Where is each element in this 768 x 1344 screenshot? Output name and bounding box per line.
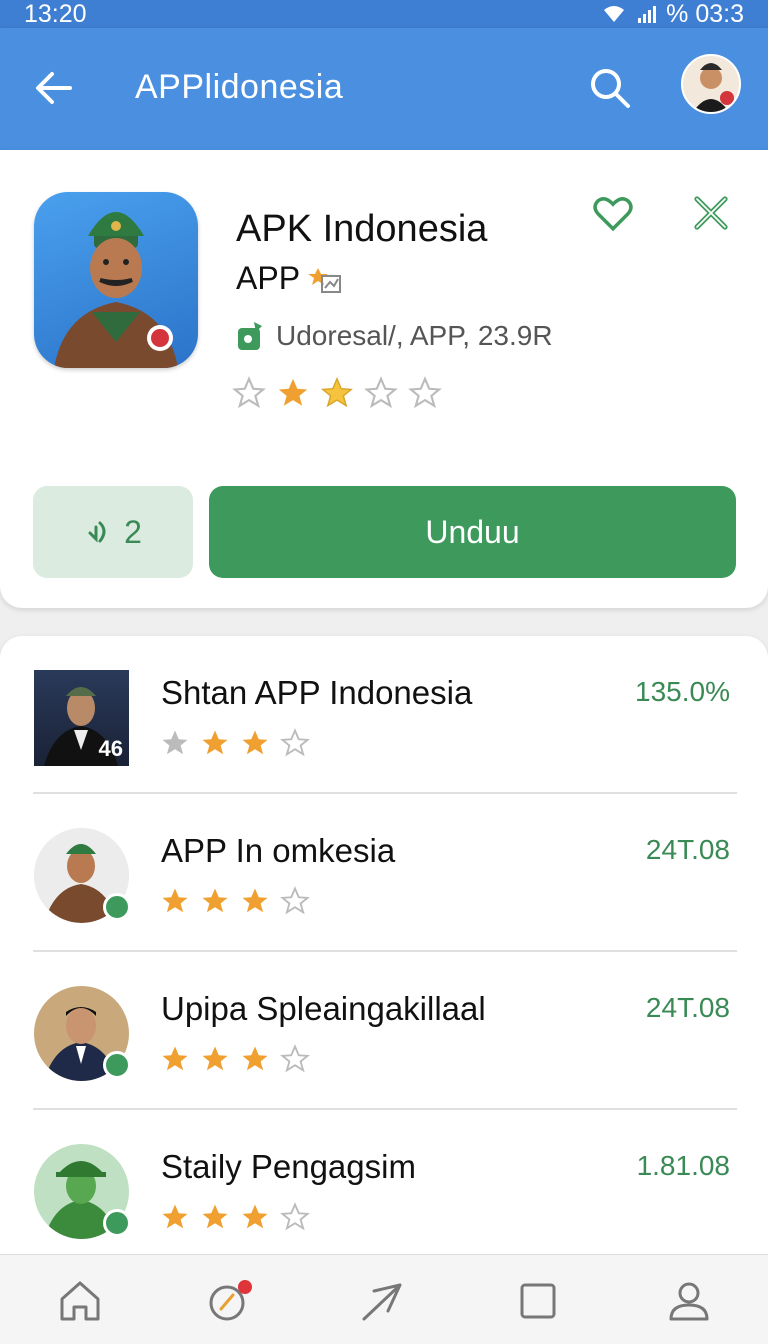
list-item-thumbnail <box>34 986 131 1081</box>
star-filled-icon <box>202 1204 228 1229</box>
star-filled-icon <box>242 1046 268 1071</box>
star-filled-icon <box>162 1046 188 1071</box>
star-empty-icon <box>280 886 310 915</box>
list-item-value: 24T.08 <box>645 834 730 865</box>
search-icon[interactable] <box>586 64 634 112</box>
star-empty-icon <box>162 730 188 755</box>
user-avatar[interactable] <box>681 54 741 114</box>
app-bar-title: APPlidonesia <box>135 68 344 106</box>
share-icon <box>88 521 106 543</box>
explore-icon[interactable] <box>205 1277 253 1325</box>
star-empty-icon <box>232 376 266 409</box>
share-count: 2 <box>124 513 142 550</box>
star-filled-icon <box>278 378 308 406</box>
list-item-rating <box>160 1044 310 1074</box>
app-bar: APPlidonesia <box>0 28 768 150</box>
list-item-value: 1.81.08 <box>636 1150 730 1181</box>
list-item-name: Staily Pengagsim <box>161 1148 416 1185</box>
list-item-name: APP In omkesia <box>161 832 396 869</box>
home-icon[interactable] <box>56 1277 104 1325</box>
list-item-name: Shtan APP Indonesia <box>161 674 473 711</box>
profile-icon[interactable] <box>665 1277 713 1325</box>
list-item-thumb-text: 46 <box>98 736 123 761</box>
app-rating <box>232 376 442 410</box>
star-empty-icon <box>280 728 310 757</box>
star-filled-icon <box>162 1204 188 1229</box>
bottom-navigation <box>0 1254 768 1344</box>
star-filled-icon <box>242 888 268 913</box>
list-item-value: 135.0% <box>635 676 730 707</box>
star-filled-icon <box>162 888 188 913</box>
list-item-rating <box>160 1202 310 1232</box>
star-half-icon <box>321 377 353 408</box>
star-filled-icon <box>202 888 228 913</box>
list-item-name: Upipa Spleaingakillaal <box>161 990 486 1027</box>
status-time: 13:20 <box>24 0 87 28</box>
star-empty-icon <box>408 376 442 409</box>
wifi-icon <box>604 6 625 22</box>
heart-icon[interactable] <box>592 192 634 234</box>
status-icons: % 03:3 <box>600 0 744 29</box>
signal-icon <box>638 6 657 23</box>
list-item-rating <box>160 886 310 916</box>
list-item[interactable]: 46 Shtan APP Indonesia 135.0% <box>0 636 768 794</box>
verified-badge-icon <box>308 267 342 293</box>
verified-badge-icon <box>103 1051 131 1079</box>
list-item-thumbnail: 46 <box>34 670 129 766</box>
star-empty-icon <box>280 1044 310 1073</box>
star-filled-icon <box>202 730 228 755</box>
list-item-thumbnail <box>34 1144 131 1239</box>
share-count-button[interactable]: 2 <box>33 486 193 578</box>
list-item-thumbnail <box>34 828 131 923</box>
verified-badge-icon <box>103 893 131 921</box>
app-subtitle: APP <box>236 260 342 297</box>
list-item-rating <box>160 728 310 758</box>
list-item[interactable]: APP In omkesia 24T.08 <box>0 794 768 952</box>
list-item-value: 24T.08 <box>645 992 730 1023</box>
star-empty-icon <box>364 376 398 409</box>
status-right-text: % 03:3 <box>666 0 744 28</box>
star-filled-icon <box>202 1046 228 1071</box>
list-item[interactable]: Staily Pengagsim 1.81.08 <box>0 1110 768 1268</box>
app-name: APK Indonesia <box>236 208 488 250</box>
star-filled-icon <box>242 730 268 755</box>
list-item[interactable]: Upipa Spleaingakillaal 24T.08 <box>0 952 768 1110</box>
app-detail-card: APK Indonesia APP Udoresal/, APP, 23.9R … <box>0 150 768 608</box>
back-arrow-icon[interactable] <box>30 64 78 112</box>
app-meta: Udoresal/, APP, 23.9R <box>236 320 553 352</box>
app-icon <box>34 192 198 368</box>
app-meta-text: Udoresal/, APP, 23.9R <box>276 320 553 351</box>
send-icon[interactable] <box>358 1277 406 1325</box>
related-apps-list: 46 Shtan APP Indonesia 135.0% APP In omk… <box>0 636 768 1276</box>
download-button[interactable]: Unduu <box>209 486 736 578</box>
close-icon[interactable] <box>690 192 732 234</box>
app-sub-label: APP <box>236 260 301 296</box>
status-bar: 13:20 % 03:3 <box>0 0 768 28</box>
play-store-icon <box>238 322 262 350</box>
verified-badge-icon <box>103 1209 131 1237</box>
square-icon[interactable] <box>514 1277 562 1325</box>
star-empty-icon <box>280 1202 310 1231</box>
star-filled-icon <box>242 1204 268 1229</box>
